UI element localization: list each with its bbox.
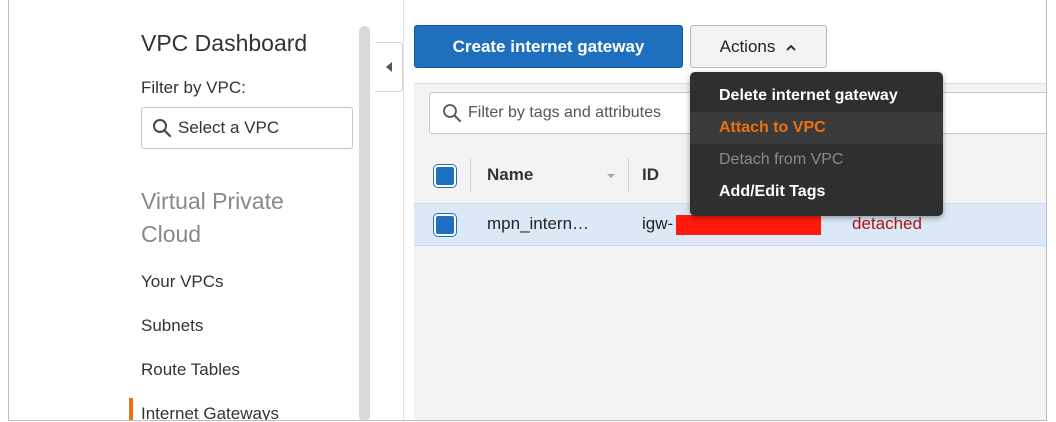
create-internet-gateway-button[interactable]: Create internet gateway: [414, 25, 683, 68]
search-icon: [153, 119, 172, 138]
vpc-select[interactable]: Select a VPC: [141, 107, 353, 149]
row-name-cell: mpn_intern…: [487, 214, 590, 233]
column-header-id[interactable]: ID: [642, 165, 659, 185]
actions-button[interactable]: Actions: [690, 25, 827, 68]
actions-button-label: Actions: [719, 36, 776, 56]
redacted-id-overlay: [676, 215, 821, 235]
main-divider: [403, 0, 404, 420]
row-id-cell: igw-: [642, 214, 674, 233]
collapse-sidebar-button[interactable]: [375, 42, 403, 92]
search-icon: [443, 104, 461, 122]
chevron-left-icon: [385, 62, 392, 72]
menu-item-delete-internet-gateway[interactable]: Delete internet gateway: [690, 80, 943, 112]
menu-item-add-edit-tags[interactable]: Add/Edit Tags: [690, 176, 943, 208]
sidebar-item-subnets[interactable]: Subnets: [141, 316, 203, 336]
column-separator: [470, 158, 471, 192]
vpc-select-placeholder: Select a VPC: [178, 118, 280, 137]
sidebar-item-route-tables[interactable]: Route Tables: [141, 360, 240, 380]
column-separator: [628, 158, 629, 192]
menu-item-detach-from-vpc: Detach from VPC: [719, 151, 844, 168]
section-title-virtual-private-cloud: Virtual Private Cloud: [141, 188, 284, 247]
sidebar-item-internet-gateways[interactable]: Internet Gateways: [129, 398, 279, 420]
row-checkbox[interactable]: [434, 214, 456, 236]
actions-dropdown-menu: Delete internet gateway Attach to VPC De…: [690, 72, 943, 216]
filter-by-vpc-label: Filter by VPC:: [141, 78, 246, 97]
sidebar-item-your-vpcs[interactable]: Your VPCs: [141, 272, 224, 292]
select-all-checkbox[interactable]: [434, 165, 456, 187]
status-badge: detached: [852, 214, 922, 233]
menu-item-attach-to-vpc[interactable]: Attach to VPC: [690, 112, 943, 144]
filter-search-placeholder: Filter by tags and attributes: [468, 104, 661, 121]
sidebar-scrollbar[interactable]: [359, 26, 370, 420]
column-header-name[interactable]: Name: [487, 165, 533, 185]
chevron-up-icon: [786, 44, 797, 51]
sidebar-title[interactable]: VPC Dashboard: [141, 30, 307, 57]
sort-caret-icon[interactable]: [606, 173, 616, 179]
sidebar: VPC Dashboard Filter by VPC: Select a VP…: [9, 0, 372, 420]
app-frame: VPC Dashboard Filter by VPC: Select a VP…: [8, 0, 1047, 421]
